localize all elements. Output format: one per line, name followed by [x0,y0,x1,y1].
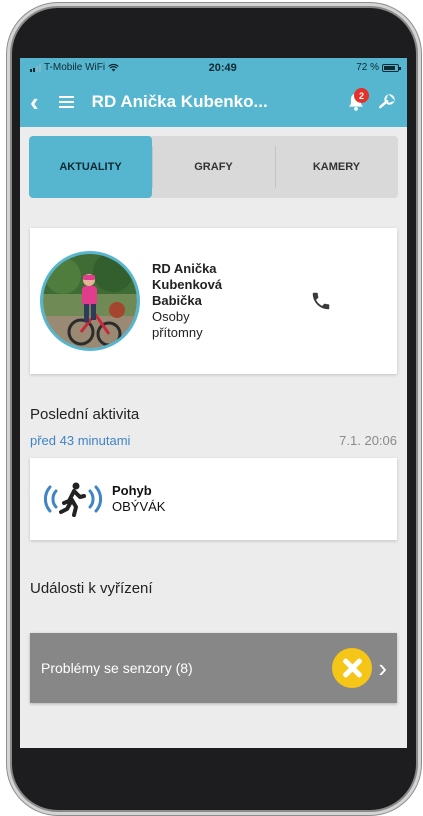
header-title: RD Anička Kubenko... [91,92,268,111]
activity-title: Pohyb [112,483,152,498]
person-name-line-2: Kubenková [152,277,223,292]
activity-timestamp: 7.1. 20:06 [339,433,397,448]
status-bar: T-Mobile WiFi 20:49 72 % [20,58,407,77]
hamburger-menu-icon[interactable] [58,96,74,108]
activity-location: OBÝVÁK [112,499,166,514]
signal-icon [30,63,41,72]
app-header: ‹ RD Anička Kubenko... 2 [20,77,407,127]
wifi-icon [108,63,119,72]
notification-count-badge: 2 [354,88,369,103]
avatar [40,251,140,351]
pending-events-heading: Události k vyřízení [30,580,153,597]
motion-sensor-icon [43,482,103,517]
error-x-icon [332,648,373,688]
tools-icon[interactable] [377,92,397,112]
chevron-right-icon: › [378,653,387,683]
carrier-label: T-Mobile WiFi [44,62,106,73]
back-chevron-icon[interactable]: ‹ [30,89,39,115]
tab-aktuality[interactable]: AKTUALITY [29,136,152,198]
sensor-problems-label: Problémy se senzory (8) [41,660,193,676]
last-activity-heading: Poslední aktivita [30,406,140,423]
person-name-line-3: Babička [152,293,202,308]
avatar-photo [43,254,137,348]
tab-grafy[interactable]: GRAFY [152,136,275,198]
person-status-line-2: přítomny [152,325,203,340]
clock: 20:49 [208,61,237,74]
tab-bar: AKTUALITY GRAFY KAMERY [29,136,398,198]
person-name-line-1: RD Anička [152,261,217,276]
person-status-line-1: Osoby [152,309,190,324]
battery-icon [382,63,401,72]
battery-percentage: 72 % [356,62,379,73]
person-card[interactable]: RD Anička Kubenková Babička Osoby přítom… [30,228,397,374]
notifications-button[interactable]: 2 [345,88,369,113]
person-info: RD Anička Kubenková Babička Osoby přítom… [152,261,272,341]
phone-call-icon[interactable] [310,290,332,312]
tab-kamery[interactable]: KAMERY [275,136,398,198]
activity-card[interactable]: Pohyb OBÝVÁK [30,458,397,540]
sensor-problems-button[interactable]: Problémy se senzory (8) › [30,633,397,703]
activity-relative-time: před 43 minutami [30,433,131,448]
last-activity-meta: před 43 minutami 7.1. 20:06 [30,433,397,448]
app-screen: T-Mobile WiFi 20:49 72 % ‹ RD Anička Kub… [20,58,407,748]
